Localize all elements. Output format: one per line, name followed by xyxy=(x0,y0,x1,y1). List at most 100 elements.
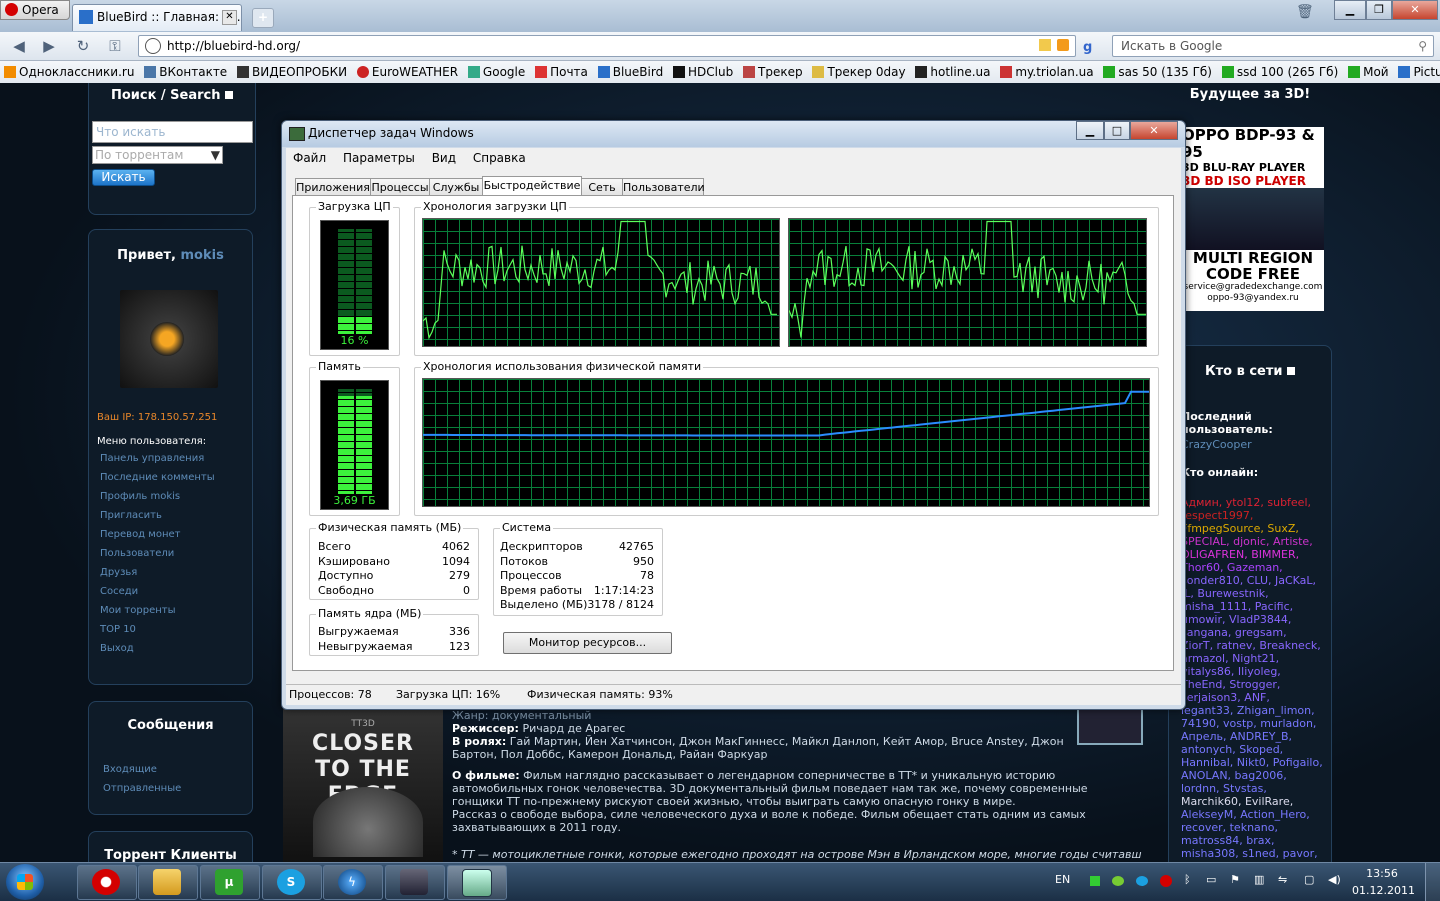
menu-my-torrents[interactable]: Мои торренты xyxy=(100,601,215,620)
reload-icon[interactable]: ↻ xyxy=(74,37,92,55)
maximize-icon[interactable]: □ xyxy=(1104,121,1130,140)
rss-icon[interactable] xyxy=(1057,39,1069,51)
start-button[interactable] xyxy=(6,864,44,900)
player-thumbnail[interactable] xyxy=(1077,707,1143,745)
online-users-line[interactable]: Апрель, ANDREY_B, xyxy=(1181,730,1331,743)
search-go-icon[interactable]: ⚲ xyxy=(1418,36,1427,56)
tray-bluetooth-icon[interactable]: ᛒ xyxy=(1184,873,1191,886)
messages-sent[interactable]: Отправленные xyxy=(103,779,181,798)
menu-top10[interactable]: TOP 10 xyxy=(100,620,215,639)
bookmark-item[interactable]: EuroWEATHER xyxy=(356,61,458,83)
last-user-link[interactable]: CrazyCooper xyxy=(1181,438,1252,451)
show-desktop-button[interactable] xyxy=(1425,863,1440,901)
collapse-icon[interactable] xyxy=(1287,367,1296,375)
bookmark-item[interactable]: BlueBird xyxy=(597,61,663,83)
search-field[interactable]: g Искать в Google ⚲ xyxy=(1083,35,1434,57)
bookmark-item[interactable]: ssd 100 (265 Гб) xyxy=(1221,61,1338,83)
menu-profile[interactable]: Профиль mokis xyxy=(100,487,215,506)
online-users-line[interactable]: antonych, Skoped, xyxy=(1181,743,1331,756)
resource-monitor-button[interactable]: Монитор ресурсов... xyxy=(503,632,672,654)
collapse-icon[interactable] xyxy=(225,91,234,99)
online-users-line[interactable]: FfmpegSource, SuxZ, xyxy=(1181,522,1331,535)
bookmark-item[interactable]: ВКонтакте xyxy=(144,61,227,83)
bookmark-item[interactable]: Почта xyxy=(535,61,588,83)
taskbar-task-manager[interactable] xyxy=(447,865,507,900)
online-users-line[interactable]: misha308, s1ned, pavor, xyxy=(1181,847,1331,860)
taskbar-game[interactable] xyxy=(385,865,445,900)
online-users-line[interactable]: AlekseyM, Action_Hero, xyxy=(1181,808,1331,821)
online-users-line[interactable]: recover, teknano, xyxy=(1181,821,1331,834)
bookmark-item[interactable]: HDClub xyxy=(673,61,733,83)
tray-opera-icon[interactable] xyxy=(1160,875,1172,887)
bookmark-item[interactable]: sas 50 (135 Гб) xyxy=(1103,61,1212,83)
online-users-line[interactable]: respect1997, xyxy=(1181,509,1331,522)
tray-device-icon[interactable]: ▭ xyxy=(1206,873,1216,886)
search-category-select[interactable]: По торрентам ▼ xyxy=(92,146,223,164)
online-users-line[interactable]: Hannibal, Nikt0, Pofigailo, xyxy=(1181,756,1331,769)
menu-invite[interactable]: Пригласить xyxy=(100,506,215,525)
movie-poster[interactable]: TT3D CLOSER TO THE EDGE xyxy=(283,707,443,862)
bookmark-item[interactable]: hotline.ua xyxy=(915,61,990,83)
new-tab-button[interactable]: + xyxy=(252,8,274,28)
bookmark-item[interactable]: Трекер 0day xyxy=(812,61,906,83)
online-users-line[interactable]: sonder810, CLU, JaCKaL, xyxy=(1181,574,1331,587)
tab-users[interactable]: Пользователи xyxy=(622,178,705,196)
menu-options[interactable]: Параметры xyxy=(343,151,415,165)
tab-performance[interactable]: Быстродействие xyxy=(482,176,582,197)
online-users-line[interactable]: umowir, VladP3844, xyxy=(1181,613,1331,626)
taskbar-skype[interactable]: S xyxy=(262,865,322,900)
forward-icon[interactable]: ▶ xyxy=(40,37,58,55)
taskbar-opera[interactable] xyxy=(77,865,137,900)
tray-chart-icon[interactable]: ▥ xyxy=(1254,873,1264,886)
close-tab-icon[interactable]: ✕ xyxy=(222,10,237,25)
address-bar[interactable]: http://bluebird-hd.org/ xyxy=(138,35,1076,57)
online-users-line[interactable]: misha_1111, Pacific, xyxy=(1181,600,1331,613)
search-button[interactable]: Искать xyxy=(92,169,155,186)
online-users-line[interactable]: lordnn, Stvstas, xyxy=(1181,782,1331,795)
menu-control-panel[interactable]: Панель управления xyxy=(100,449,215,468)
online-users-line[interactable]: JL, Burewestnik, xyxy=(1181,587,1331,600)
speed-dial-icon[interactable] xyxy=(1039,39,1051,51)
tab-network[interactable]: Сеть xyxy=(581,178,623,196)
key-icon[interactable]: ⚿ xyxy=(106,37,124,55)
menu-friends[interactable]: Друзья xyxy=(100,563,215,582)
online-users-line[interactable]: ZiorT, ratnev, Breakneck, xyxy=(1181,639,1331,652)
online-users-line[interactable]: matross84, brax, xyxy=(1181,834,1331,847)
online-users-line[interactable]: serjaison3, ANF, xyxy=(1181,691,1331,704)
bookmark-item[interactable]: Одноклассники.ru xyxy=(4,61,134,83)
online-users-line[interactable]: OLIGAFREN, BIMMER, xyxy=(1181,548,1331,561)
menu-last-comments[interactable]: Последние комменты xyxy=(100,468,215,487)
tray-monitor-icon[interactable]: ▢ xyxy=(1304,873,1314,886)
online-users-line[interactable]: 74190, vostp, murladon, xyxy=(1181,717,1331,730)
tray-flag-icon[interactable]: ⚑ xyxy=(1230,873,1240,886)
clock[interactable]: 13:56 01.12.2011 xyxy=(1352,865,1415,899)
bookmark-item[interactable]: my.triolan.ua xyxy=(1000,61,1094,83)
minimize-icon[interactable]: ▁ xyxy=(1334,0,1366,20)
tab-processes[interactable]: Процессы xyxy=(370,178,430,196)
avatar[interactable] xyxy=(120,290,218,388)
restore-icon[interactable]: ❐ xyxy=(1366,0,1392,20)
menu-logout[interactable]: Выход xyxy=(100,639,215,658)
taskbar-explorer[interactable] xyxy=(138,865,198,900)
online-users-line[interactable]: vitalys86, Iliyoleg, xyxy=(1181,665,1331,678)
online-users-line[interactable]: SPECIAL, djonic, Artiste, xyxy=(1181,535,1331,548)
online-users-line[interactable]: Админ, ytol12, subfeel, xyxy=(1181,496,1331,509)
tray-network-icon[interactable] xyxy=(1112,876,1124,886)
online-users-line[interactable]: legant33, Zhigan_limon, xyxy=(1181,704,1331,717)
close-window-icon[interactable]: ✕ xyxy=(1130,121,1178,140)
online-users-line[interactable]: ANOLAN, bag2006, xyxy=(1181,769,1331,782)
tray-utorrent-icon[interactable] xyxy=(1090,876,1100,886)
browser-tab[interactable]: BlueBird :: Главная: ск... ✕ xyxy=(72,4,242,31)
task-manager-titlebar[interactable]: Диспетчер задач Windows ▁ □ ✕ xyxy=(282,121,1185,147)
online-users-line[interactable]: armazol, Night21, xyxy=(1181,652,1331,665)
taskbar-utorrent[interactable]: µ xyxy=(200,865,260,900)
tab-services[interactable]: Службы xyxy=(429,178,483,196)
online-users-line[interactable]: Thor60, Gazeman, xyxy=(1181,561,1331,574)
bookmark-item[interactable]: Трекер xyxy=(743,61,803,83)
menu-users[interactable]: Пользователи xyxy=(100,544,215,563)
online-users-line[interactable]: Marchik60, EvilRare, xyxy=(1181,795,1331,808)
google-icon[interactable]: g xyxy=(1083,38,1099,55)
menu-view[interactable]: Вид xyxy=(432,151,456,165)
close-window-icon[interactable]: ✕ xyxy=(1392,0,1438,20)
menu-help[interactable]: Справка xyxy=(473,151,526,165)
